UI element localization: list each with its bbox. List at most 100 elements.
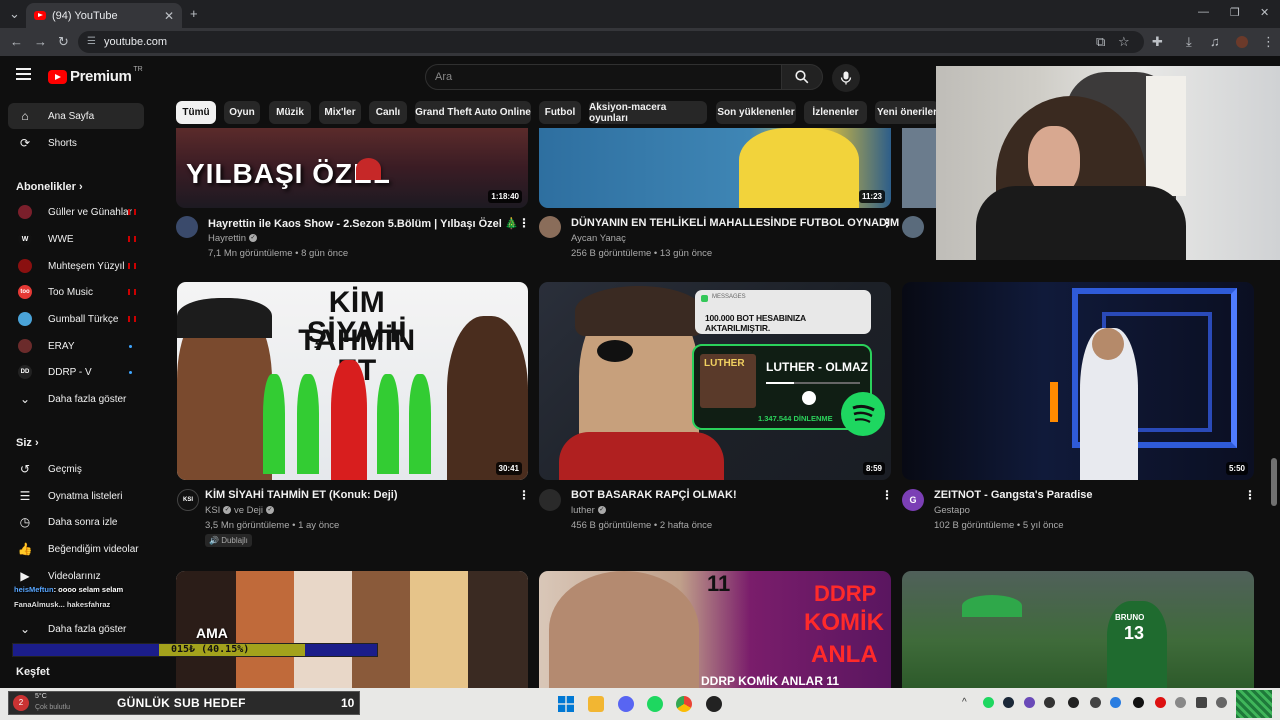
video-menu-icon[interactable]: ⋮ bbox=[881, 488, 893, 502]
chip[interactable]: Müzik bbox=[269, 101, 311, 124]
tray-app-icon[interactable] bbox=[1090, 697, 1101, 708]
channel-name[interactable]: luther ✓ bbox=[571, 505, 606, 516]
chip[interactable]: Aksiyon-macera oyunları bbox=[589, 101, 707, 124]
channel-avatar[interactable] bbox=[902, 216, 924, 238]
chip[interactable]: Mix'ler bbox=[319, 101, 361, 124]
chrome-icon[interactable] bbox=[676, 696, 692, 712]
channel-avatar[interactable]: G bbox=[902, 489, 924, 511]
sidebar-subscription[interactable]: W WWE bbox=[8, 226, 144, 252]
tray-chevron-icon[interactable]: ^ bbox=[962, 697, 967, 708]
video-thumbnail[interactable]: MESSAGES 100.000 BOT HESABINIZA AKTARILM… bbox=[539, 282, 891, 480]
show-more-you[interactable]: ⌄ Daha fazla göster bbox=[8, 616, 144, 642]
voice-search-button[interactable] bbox=[832, 64, 860, 92]
sidebar-item-liked[interactable]: 👍 Beğendiğim videolar bbox=[8, 536, 144, 562]
sidebar-subscription[interactable]: too Too Music bbox=[8, 279, 144, 305]
browser-tab[interactable]: (94) YouTube ✕ bbox=[26, 3, 182, 28]
channel-name[interactable]: Gestapo bbox=[934, 505, 970, 516]
video-title[interactable]: Hayrettin ile Kaos Show - 2.Sezon 5.Bölü… bbox=[208, 217, 519, 230]
chip[interactable]: İzlenenler bbox=[804, 101, 867, 124]
spotify-icon[interactable] bbox=[647, 696, 663, 712]
channel-avatar[interactable] bbox=[539, 216, 561, 238]
minimize-icon[interactable]: — bbox=[1198, 6, 1209, 18]
channel-name[interactable]: Aycan Yanaç bbox=[571, 233, 626, 244]
video-menu-icon[interactable]: ⋮ bbox=[518, 488, 530, 502]
you-header[interactable]: Siz › bbox=[16, 437, 39, 449]
install-app-icon[interactable]: ⧉ bbox=[1096, 34, 1105, 50]
reload-icon[interactable]: ↻ bbox=[58, 34, 69, 50]
profile-avatar[interactable] bbox=[1236, 36, 1248, 48]
file-explorer-icon[interactable] bbox=[588, 696, 604, 712]
search-input[interactable]: Ara bbox=[425, 64, 782, 90]
windows-start-icon[interactable] bbox=[558, 696, 574, 712]
sidebar-subscription[interactable]: DD DDRP - V bbox=[8, 359, 144, 385]
video-thumbnail[interactable]: 13 BRUNO bbox=[902, 571, 1254, 688]
channel-avatar[interactable] bbox=[539, 489, 561, 511]
sidebar-item-watch-later[interactable]: ◷ Daha sonra izle bbox=[8, 509, 144, 535]
chip-all[interactable]: Tümü bbox=[176, 101, 216, 124]
tray-record-icon[interactable] bbox=[1155, 697, 1166, 708]
video-menu-icon[interactable]: ⋮ bbox=[881, 216, 893, 230]
tray-app-icon[interactable] bbox=[1044, 697, 1055, 708]
extensions-icon[interactable]: ✚ bbox=[1152, 34, 1163, 50]
video-menu-icon[interactable]: ⋮ bbox=[1244, 488, 1256, 502]
search-button[interactable] bbox=[781, 64, 823, 90]
tray-steam-icon[interactable] bbox=[1003, 697, 1014, 708]
chip[interactable]: Futbol bbox=[539, 101, 581, 124]
tab-search-icon[interactable]: ⌄ bbox=[9, 6, 20, 22]
video-thumbnail[interactable]: YILBAŞI ÖZEL 1:18:40 bbox=[176, 128, 528, 208]
show-more-subscriptions[interactable]: ⌄ Daha fazla göster bbox=[8, 386, 144, 412]
tray-monitor-icon[interactable] bbox=[1196, 697, 1207, 708]
video-thumbnail[interactable]: 5:50 bbox=[902, 282, 1254, 480]
video-title[interactable]: ZEITNOT - Gangsta's Paradise bbox=[934, 489, 1093, 501]
video-thumbnail[interactable]: 11:23 bbox=[539, 128, 891, 208]
subscriptions-header[interactable]: Abonelikler › bbox=[16, 181, 83, 193]
media-icon[interactable]: ♫ bbox=[1210, 34, 1220, 49]
youtube-premium-logo[interactable]: Premium TR bbox=[48, 66, 143, 85]
chip[interactable]: Yeni öneriler bbox=[875, 101, 936, 124]
sidebar-subscription[interactable]: Güller ve Günahlar bbox=[8, 199, 144, 225]
tray-mic-icon[interactable] bbox=[1175, 697, 1186, 708]
video-title[interactable]: DÜNYANIN EN TEHLİKELİ MAHALLESİNDE FUTBO… bbox=[571, 217, 899, 229]
new-tab-icon[interactable]: + bbox=[190, 6, 198, 21]
obs-icon[interactable] bbox=[706, 696, 722, 712]
sidebar-item-home[interactable]: ⌂ Ana Sayfa bbox=[8, 103, 144, 129]
tab-close-icon[interactable]: ✕ bbox=[164, 9, 174, 23]
hamburger-menu-icon[interactable] bbox=[16, 68, 31, 83]
channel-avatar[interactable] bbox=[176, 216, 198, 238]
site-info-icon[interactable]: ☰ bbox=[87, 36, 96, 47]
sidebar-subscription[interactable]: Muhteşem Yüzyıl bbox=[8, 253, 144, 279]
video-thumbnail[interactable]: AMA bbox=[176, 571, 528, 688]
window-close-icon[interactable]: ✕ bbox=[1260, 6, 1269, 19]
video-title[interactable]: KİM SİYAHİ TAHMİN ET (Konuk: Deji) bbox=[205, 489, 398, 501]
address-bar[interactable]: ☰ youtube.com bbox=[78, 31, 1144, 53]
bookmark-star-icon[interactable]: ☆ bbox=[1118, 34, 1130, 50]
chip[interactable]: Canlı bbox=[369, 101, 407, 124]
chip[interactable]: Son yüklenenler bbox=[716, 101, 796, 124]
tray-app-icon[interactable] bbox=[1133, 697, 1144, 708]
channel-avatar[interactable]: KSI bbox=[177, 489, 199, 511]
tray-app-icon[interactable] bbox=[1110, 697, 1121, 708]
forward-icon[interactable]: → bbox=[34, 34, 47, 49]
tray-app-icon[interactable] bbox=[1068, 697, 1079, 708]
page-scrollbar-thumb[interactable] bbox=[1271, 458, 1277, 506]
channel-name[interactable]: KSI ✓ ve Deji ✓ bbox=[205, 505, 274, 516]
restore-icon[interactable]: ❐ bbox=[1230, 6, 1240, 19]
sidebar-item-shorts[interactable]: ⟳ Shorts bbox=[8, 130, 144, 156]
sidebar-item-playlists[interactable]: ☰ Oynatma listeleri bbox=[8, 483, 144, 509]
tray-spotify-icon[interactable] bbox=[983, 697, 994, 708]
video-title[interactable]: BOT BASARAK RAPÇİ OLMAK! bbox=[571, 489, 737, 501]
tray-pen-icon[interactable] bbox=[1024, 697, 1035, 708]
video-thumbnail[interactable]: 11 DDRP KOMİK ANLA DDRP KOMİK ANLAR 11 bbox=[539, 571, 891, 688]
menu-kebab-icon[interactable]: ⋮ bbox=[1262, 34, 1275, 50]
sidebar-subscription[interactable]: ERAY bbox=[8, 333, 144, 359]
video-thumbnail[interactable] bbox=[902, 128, 936, 208]
video-menu-icon[interactable]: ⋮ bbox=[518, 216, 530, 230]
sidebar-item-history[interactable]: ↺ Geçmiş bbox=[8, 456, 144, 482]
sidebar-subscription[interactable]: Gumball Türkçe bbox=[8, 306, 144, 332]
chip[interactable]: Grand Theft Auto Online bbox=[415, 101, 531, 124]
download-icon[interactable]: ⤓ bbox=[1186, 34, 1192, 50]
discord-icon[interactable] bbox=[618, 696, 634, 712]
tray-volume-icon[interactable] bbox=[1216, 697, 1227, 708]
channel-name[interactable]: Hayrettin ✓ bbox=[208, 233, 258, 244]
back-icon[interactable]: ← bbox=[10, 34, 23, 49]
